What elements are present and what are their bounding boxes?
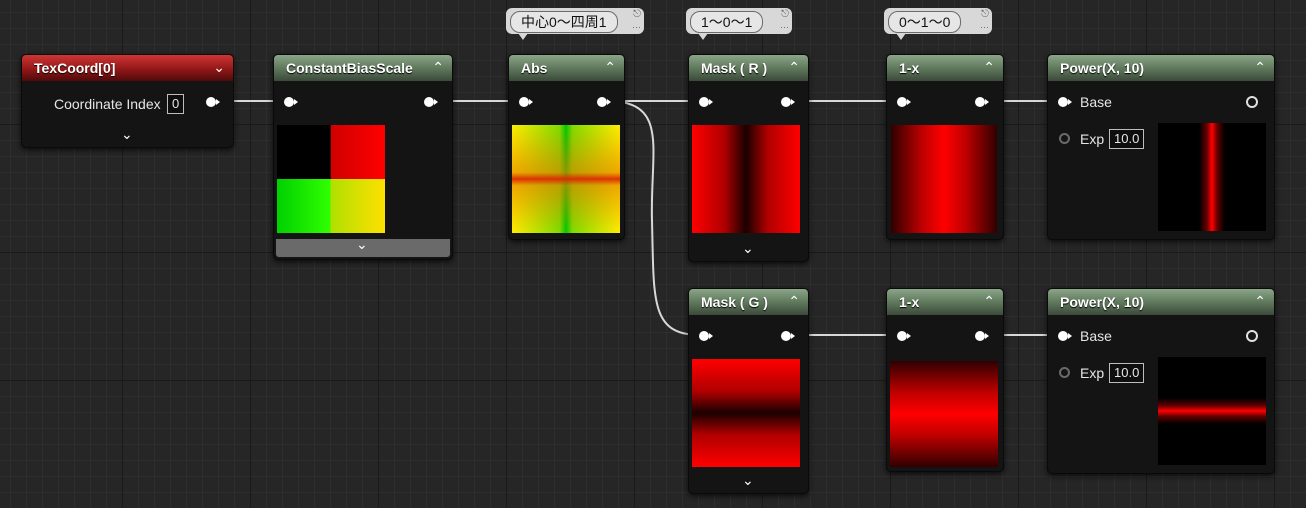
exp-input-pin[interactable] [1059, 133, 1070, 144]
node-title: Abs [521, 60, 548, 76]
exp-label: Exp [1080, 131, 1105, 147]
output-pin[interactable] [781, 331, 795, 341]
preview-power-top [1158, 123, 1266, 231]
node-abs-header[interactable]: Abs ⌃ [509, 55, 624, 81]
chevron-up-icon[interactable]: ⌃ [432, 59, 444, 75]
comment-abs[interactable]: 中心0～四周1 ⎋ ··· [506, 8, 644, 40]
chevron-up-icon[interactable]: ⌃ [983, 59, 995, 75]
comment-1x-top[interactable]: 0～1～0 ⎋ ··· [884, 8, 992, 40]
exp-field[interactable]: 10.0 [1109, 363, 1145, 383]
input-pin[interactable] [897, 331, 911, 341]
node-power-top-header[interactable]: Power(X, 10) ⌃ [1048, 55, 1274, 81]
preview-abs [512, 125, 620, 233]
chevron-up-icon[interactable]: ⌃ [788, 293, 800, 309]
node-abs[interactable]: Abs ⌃ [508, 54, 625, 240]
ellipsis-icon: ··· [632, 22, 641, 32]
comment-abs-text: 中心0～四周1 [510, 11, 618, 33]
base-input-pin[interactable] [1058, 97, 1072, 107]
preview-1x-top [891, 125, 997, 233]
node-constant-bias-scale[interactable]: ConstantBiasScale ⌃ ⌄ [273, 54, 453, 260]
output-pin[interactable] [1246, 96, 1258, 108]
chevron-down-icon[interactable]: ⌄ [356, 237, 368, 251]
chevron-down-icon[interactable]: ⌄ [742, 473, 754, 487]
node-1x-bottom-header[interactable]: 1-x ⌃ [887, 289, 1003, 315]
comment-tail [698, 33, 708, 40]
comment-mask-r-text: 1～0～1 [690, 11, 764, 33]
output-pin[interactable] [424, 97, 438, 107]
output-pin[interactable] [975, 331, 989, 341]
coordinate-index-field[interactable]: 0 [167, 94, 185, 114]
preview-uv-bottom [277, 179, 385, 233]
node-power-top[interactable]: Power(X, 10) ⌃ Base Exp 10.0 [1047, 54, 1275, 240]
chevron-up-icon[interactable]: ⌃ [788, 59, 800, 75]
output-pin[interactable] [781, 97, 795, 107]
node-mask-r-header[interactable]: Mask ( R ) ⌃ [689, 55, 808, 81]
node-texcoord-header[interactable]: TexCoord[0] ⌄ [22, 55, 233, 81]
output-pin[interactable] [1246, 330, 1258, 342]
input-pin[interactable] [519, 97, 533, 107]
node-power-bottom[interactable]: Power(X, 10) ⌃ Base Exp 10.0 [1047, 288, 1275, 474]
node-power-bottom-header[interactable]: Power(X, 10) ⌃ [1048, 289, 1274, 315]
node-one-minus-top[interactable]: 1-x ⌃ [886, 54, 1004, 240]
comment-tail [518, 33, 528, 40]
node-mask-r[interactable]: Mask ( R ) ⌃ ⌄ [688, 54, 809, 262]
input-pin[interactable] [284, 97, 298, 107]
node-title: Power(X, 10) [1060, 294, 1145, 310]
base-label: Base [1080, 328, 1112, 344]
pin-icon[interactable]: ⎋ [981, 10, 989, 20]
exp-label: Exp [1080, 365, 1105, 381]
input-pin[interactable] [699, 97, 713, 107]
node-title: Mask ( R ) [701, 60, 768, 76]
base-label: Base [1080, 94, 1112, 110]
comment-tail [896, 33, 906, 40]
output-pin[interactable] [597, 97, 611, 107]
output-pin[interactable] [206, 97, 220, 107]
chevron-up-icon[interactable]: ⌃ [983, 293, 995, 309]
node-title: 1-x [899, 294, 920, 310]
chevron-down-icon[interactable]: ⌄ [121, 127, 133, 141]
input-pin[interactable] [897, 97, 911, 107]
pin-icon[interactable]: ⎋ [781, 10, 789, 20]
comment-mask-r[interactable]: 1～0～1 ⎋ ··· [686, 8, 792, 40]
preview-mask-r [692, 125, 800, 233]
ellipsis-icon: ··· [980, 22, 989, 32]
preview-abs-overlay [512, 125, 620, 233]
node-cbs-footer[interactable]: ⌄ [276, 237, 450, 257]
chevron-down-icon[interactable]: ⌄ [213, 59, 225, 75]
preview-uv-quadrants [277, 125, 385, 233]
node-cbs-header[interactable]: ConstantBiasScale ⌃ [274, 55, 452, 81]
exp-field[interactable]: 10.0 [1109, 129, 1145, 149]
node-title: TexCoord[0] [34, 60, 116, 76]
exp-input-pin[interactable] [1059, 367, 1070, 378]
node-title: Mask ( G ) [701, 294, 768, 310]
output-pin[interactable] [975, 97, 989, 107]
preview-power-bottom [1158, 357, 1266, 465]
comment-1x-top-text: 0～1～0 [888, 11, 962, 33]
input-pin[interactable] [699, 331, 713, 341]
chevron-up-icon[interactable]: ⌃ [1254, 59, 1266, 75]
chevron-up-icon[interactable]: ⌃ [1254, 293, 1266, 309]
preview-mask-g [692, 359, 800, 467]
base-input-pin[interactable] [1058, 331, 1072, 341]
pin-icon[interactable]: ⎋ [633, 10, 641, 20]
chevron-down-icon[interactable]: ⌄ [742, 241, 754, 255]
node-mask-g[interactable]: Mask ( G ) ⌃ ⌄ [688, 288, 809, 494]
node-title: ConstantBiasScale [286, 60, 413, 76]
coordinate-index-label: Coordinate Index [54, 96, 161, 112]
ellipsis-icon: ··· [780, 22, 789, 32]
node-1x-top-header[interactable]: 1-x ⌃ [887, 55, 1003, 81]
preview-1x-bottom [890, 361, 998, 467]
node-title: Power(X, 10) [1060, 60, 1145, 76]
node-texcoord[interactable]: TexCoord[0] ⌄ Coordinate Index 0 ⌄ [21, 54, 234, 148]
chevron-up-icon[interactable]: ⌃ [604, 59, 616, 75]
node-one-minus-bottom[interactable]: 1-x ⌃ [886, 288, 1004, 472]
node-mask-g-header[interactable]: Mask ( G ) ⌃ [689, 289, 808, 315]
node-title: 1-x [899, 60, 920, 76]
